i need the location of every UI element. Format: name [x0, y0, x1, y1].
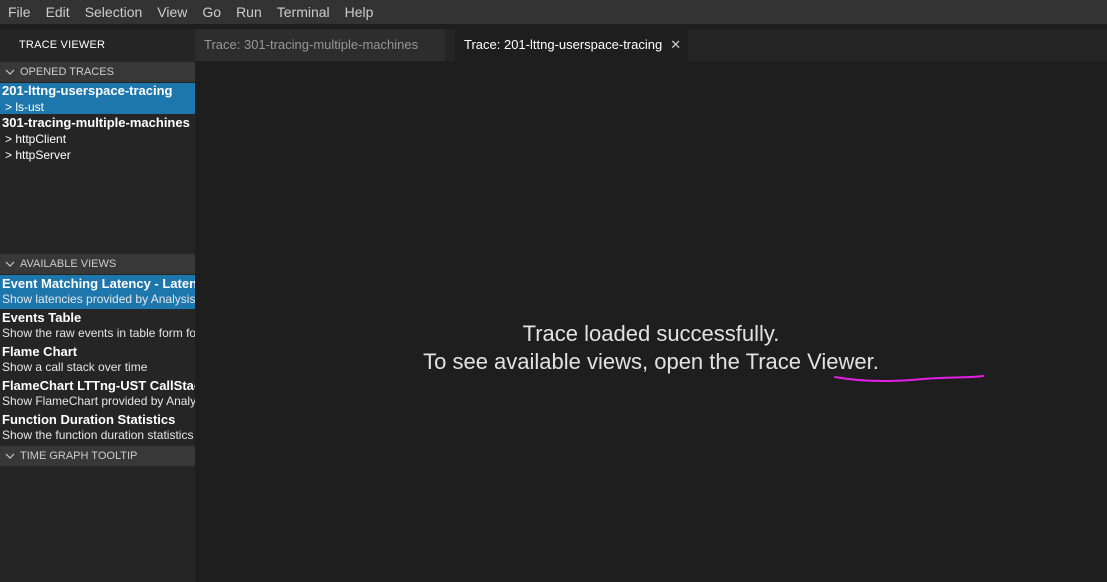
trace-loaded-message: Trace loaded successfully. — [522, 321, 780, 346]
sidebar: TRACE VIEWER OPENED TRACES 201-lttng-use… — [0, 29, 195, 582]
view-name: Events Table — [2, 310, 82, 325]
available-views-header[interactable]: AVAILABLE VIEWS — [0, 254, 195, 274]
trace-child-httpserver[interactable]: > httpServer — [0, 147, 195, 163]
menu-edit[interactable]: Edit — [38, 0, 77, 24]
trace-viewer-link[interactable]: Trace Viewer — [746, 349, 873, 374]
chevron-down-icon — [0, 66, 20, 78]
editor-tab-bar: Trace: 301-tracing-multiple-machines Tra… — [195, 29, 1107, 61]
view-desc: Show FlameChart provided by Analysis — [2, 394, 195, 408]
menu-go[interactable]: Go — [194, 0, 228, 24]
menu-terminal[interactable]: Terminal — [269, 0, 337, 24]
chevron-down-icon — [0, 258, 20, 270]
view-item-flamechart-lttng-ust[interactable]: FlameChart LTTng-UST CallStack Show Flam… — [0, 377, 195, 411]
view-desc: Show the function duration statistics — [2, 428, 194, 442]
view-item-event-matching-latency[interactable]: Event Matching Latency - Latency Show la… — [0, 275, 195, 309]
time-graph-tooltip-header[interactable]: TIME GRAPH TOOLTIP — [0, 446, 195, 466]
opened-traces-label: OPENED TRACES — [20, 66, 114, 78]
tab-label: Trace: 201-lttng-userspace-tracing — [464, 37, 663, 52]
trace-item-201[interactable]: 201-lttng-userspace-tracing > ls-ust — [0, 83, 195, 114]
sidebar-title: TRACE VIEWER — [19, 39, 106, 51]
view-desc: Show latencies provided by Analysis — [2, 292, 195, 306]
opened-traces-header[interactable]: OPENED TRACES — [0, 62, 195, 82]
view-desc: Show the raw events in table form for — [2, 326, 195, 340]
trace-name: 201-lttng-userspace-tracing — [2, 83, 173, 98]
view-item-function-duration-statistics[interactable]: Function Duration Statistics Show the fu… — [0, 411, 195, 445]
view-name: Flame Chart — [2, 344, 78, 359]
tab-label: Trace: 301-tracing-multiple-machines — [204, 37, 419, 52]
view-name: FlameChart LTTng-UST CallStack — [2, 378, 195, 393]
view-item-events-table[interactable]: Events Table Show the raw events in tabl… — [0, 309, 195, 343]
trace-child-httpclient[interactable]: > httpClient — [0, 131, 195, 147]
view-name: Function Duration Statistics — [2, 412, 176, 427]
open-viewer-prefix: To see available views, open the — [423, 349, 746, 374]
trace-name: 301-tracing-multiple-machines — [2, 115, 190, 130]
trace-item-301[interactable]: 301-tracing-multiple-machines > httpClie… — [0, 115, 195, 163]
open-viewer-suffix: . — [872, 349, 879, 374]
menu-view[interactable]: View — [149, 0, 194, 24]
underline-annotation — [834, 375, 984, 383]
chevron-down-icon — [0, 450, 20, 462]
trace-child-ls-ust[interactable]: > ls-ust — [0, 99, 195, 114]
time-graph-tooltip-label: TIME GRAPH TOOLTIP — [20, 450, 138, 462]
view-name: Event Matching Latency - Latency — [2, 276, 195, 291]
view-desc: Show a call stack over time — [2, 360, 148, 374]
menu-run[interactable]: Run — [228, 0, 269, 24]
available-views-label: AVAILABLE VIEWS — [20, 258, 117, 270]
menu-selection[interactable]: Selection — [77, 0, 150, 24]
close-icon[interactable]: ✕ — [670, 29, 681, 61]
menu-bar: File Edit Selection View Go Run Terminal… — [0, 0, 1107, 24]
tab-201-lttng-userspace-tracing[interactable]: Trace: 201-lttng-userspace-tracing ✕ — [455, 29, 688, 61]
view-item-flame-chart[interactable]: Flame Chart Show a call stack over time — [0, 343, 195, 377]
menu-help[interactable]: Help — [337, 0, 381, 24]
open-viewer-message: To see available views, open the Trace V… — [195, 349, 1107, 375]
tab-301-tracing-multiple-machines[interactable]: Trace: 301-tracing-multiple-machines — [195, 29, 445, 61]
menu-file[interactable]: File — [0, 0, 38, 24]
editor-area: Trace loaded successfully. To see availa… — [195, 61, 1107, 582]
